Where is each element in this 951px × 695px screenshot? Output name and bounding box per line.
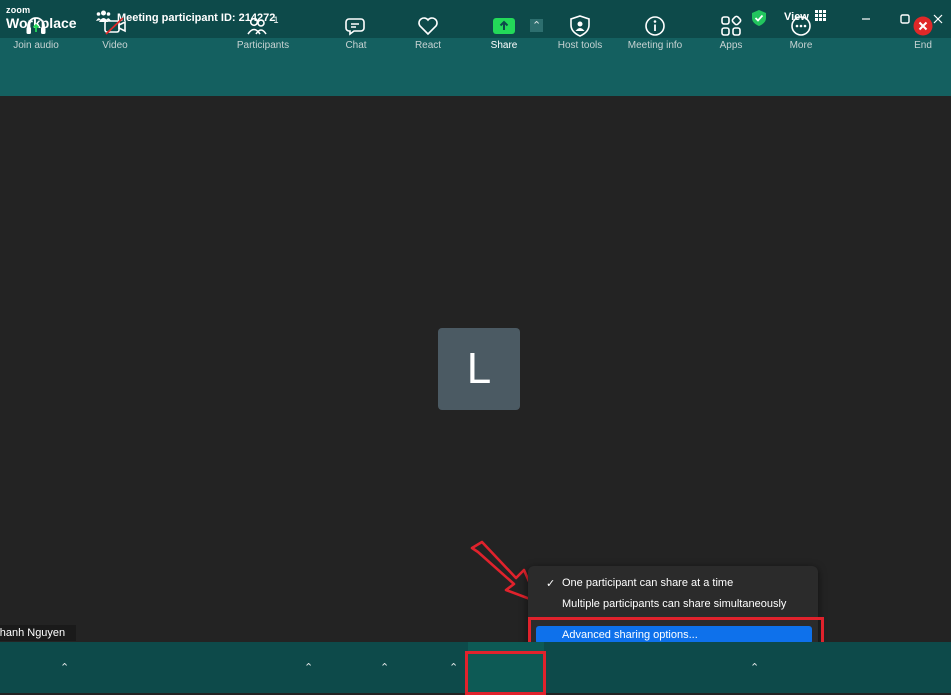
chevron-up-icon[interactable]: ⌃ xyxy=(60,661,69,674)
participants-count: 1 xyxy=(273,15,279,25)
chevron-up-icon[interactable]: ⌃ xyxy=(304,661,313,674)
menu-item-label: One participant can share at a time xyxy=(562,577,734,589)
share-screen-icon xyxy=(492,16,516,36)
participant-name: Thanh Nguyen xyxy=(0,627,66,639)
meeting-info-button[interactable]: Meeting info xyxy=(622,0,688,51)
apps-button[interactable]: Apps xyxy=(712,0,750,51)
more-icon xyxy=(790,16,812,36)
participants-icon: 1 xyxy=(247,15,279,36)
end-label: End xyxy=(914,40,932,51)
participant-name-tag: Thanh Nguyen xyxy=(0,625,77,641)
apps-icon xyxy=(720,15,742,36)
chevron-up-icon: ⌃ xyxy=(530,19,544,32)
join-audio-button[interactable]: Join audio xyxy=(8,0,64,51)
share-label: Share xyxy=(490,40,518,51)
host-tools-label: Host tools xyxy=(557,40,603,51)
heart-icon xyxy=(417,16,439,36)
minimize-icon[interactable] xyxy=(856,9,876,29)
info-icon xyxy=(644,16,666,36)
avatar-letter: L xyxy=(466,344,492,393)
headphones-icon xyxy=(25,16,47,36)
chat-label: Chat xyxy=(345,40,367,51)
video-button[interactable]: Video xyxy=(90,0,140,51)
more-label: More xyxy=(789,40,813,51)
share-chevron-button[interactable]: ⌃ xyxy=(528,0,544,51)
check-icon: ✓ xyxy=(546,578,556,590)
menu-item-label: Multiple participants can share simultan… xyxy=(562,598,787,610)
host-shield-icon xyxy=(570,15,590,37)
chevron-up-icon[interactable]: ⌃ xyxy=(380,661,389,674)
end-icon xyxy=(912,16,934,36)
video-label: Video xyxy=(102,40,128,51)
shield-check-icon[interactable] xyxy=(752,10,766,31)
chat-button[interactable]: Chat xyxy=(336,0,376,51)
react-button[interactable]: React xyxy=(408,0,448,51)
more-button[interactable]: More xyxy=(782,0,820,51)
apps-label: Apps xyxy=(719,40,743,51)
react-label: React xyxy=(414,40,442,51)
highlight-share-box xyxy=(465,651,546,695)
participant-avatar: L xyxy=(438,328,520,410)
chat-icon xyxy=(345,16,367,36)
chevron-up-icon[interactable]: ⌃ xyxy=(449,661,458,674)
participants-button[interactable]: 1 Participants xyxy=(232,0,294,51)
join-audio-label: Join audio xyxy=(13,40,59,51)
host-tools-button[interactable]: Host tools xyxy=(552,0,608,51)
chevron-up-icon[interactable]: ⌃ xyxy=(750,661,759,674)
meeting-info-label: Meeting info xyxy=(627,40,683,51)
video-off-icon xyxy=(103,16,127,36)
end-button[interactable]: End xyxy=(904,0,942,51)
share-button[interactable]: Share xyxy=(480,0,528,51)
participants-label: Participants xyxy=(236,40,290,51)
